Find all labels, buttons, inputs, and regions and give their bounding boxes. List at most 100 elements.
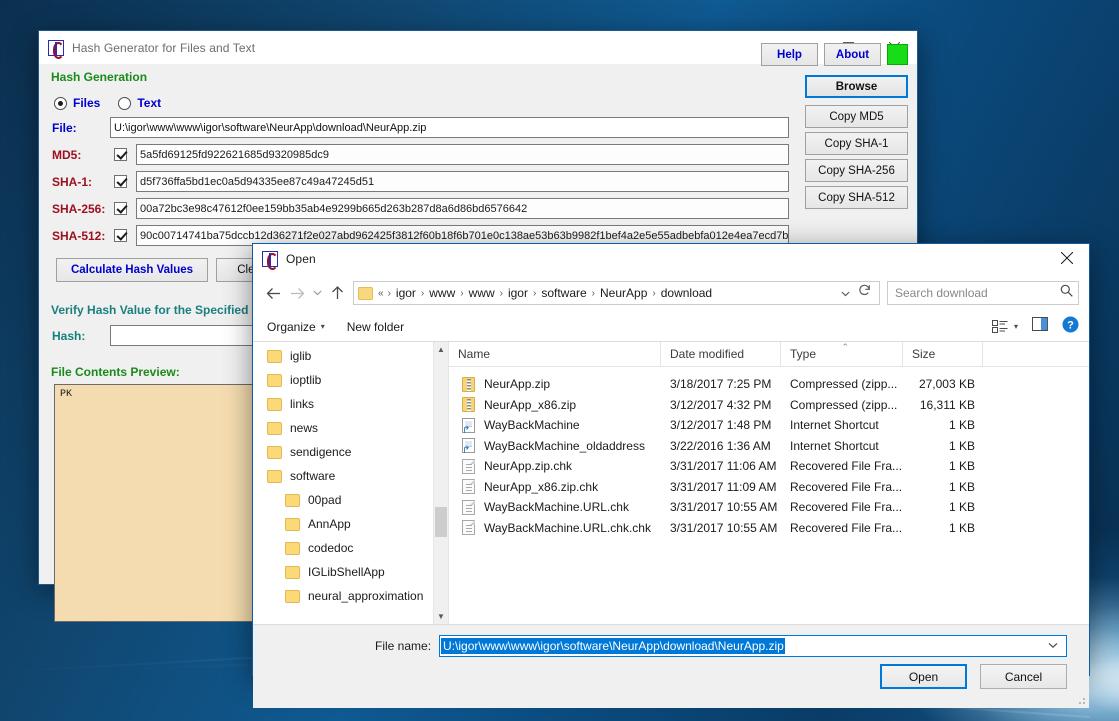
new-folder-button[interactable]: New folder — [347, 320, 404, 334]
breadcrumb-item-igor2[interactable]: igor — [505, 286, 531, 300]
search-icon — [1060, 284, 1073, 302]
file-list-header: Name Date modified ⌃ Type Size — [449, 342, 1089, 367]
column-header-name[interactable]: Name — [449, 342, 661, 366]
arrow-left-icon[interactable] — [261, 281, 285, 305]
file-date-cell: 3/18/2017 7:25 PM — [661, 377, 781, 391]
column-header-size[interactable]: Size — [903, 342, 983, 366]
open-button[interactable]: Open — [880, 664, 967, 689]
file-name-text: WayBackMachine.URL.chk — [484, 500, 629, 514]
help-icon[interactable]: ? — [1062, 316, 1079, 338]
file-size-cell: 27,003 KB — [903, 377, 983, 391]
table-row[interactable]: NeurApp.zip.chk3/31/2017 11:06 AMRecover… — [449, 456, 1089, 477]
chevron-down-icon[interactable] — [1048, 641, 1064, 651]
md5-checkbox[interactable] — [114, 148, 127, 161]
tree-item[interactable]: software — [253, 464, 448, 488]
navigation-pane[interactable]: iglibioptliblinksnewssendigencesoftware0… — [253, 342, 449, 624]
chevron-down-icon[interactable]: ▼ — [434, 609, 448, 624]
sha512-checkbox[interactable] — [114, 229, 127, 242]
breadcrumb-item-www[interactable]: www — [426, 286, 458, 300]
scrollbar-thumb[interactable] — [435, 507, 447, 537]
file-name-text: NeurApp.zip.chk — [484, 459, 572, 473]
table-row[interactable]: WayBackMachine.URL.chk.chk3/31/2017 10:5… — [449, 518, 1089, 539]
help-button[interactable]: Help — [761, 43, 818, 66]
folder-icon — [285, 518, 300, 531]
tree-item[interactable]: codedoc — [253, 536, 448, 560]
file-date-cell: 3/31/2017 11:09 AM — [661, 480, 781, 494]
file-name-cell: NeurApp_x86.zip.chk — [449, 479, 661, 494]
file-size-cell: 1 KB — [903, 521, 983, 535]
search-input[interactable]: Search download — [887, 281, 1079, 305]
tree-item[interactable]: IGLibShellApp — [253, 560, 448, 584]
breadcrumb-chevron: › — [498, 288, 505, 299]
file-name-cell: WayBackMachine.URL.chk.chk — [449, 520, 661, 535]
navigation-scrollbar[interactable]: ▲ ▼ — [433, 342, 448, 624]
column-header-date[interactable]: Date modified — [661, 342, 781, 366]
tree-item[interactable]: links — [253, 392, 448, 416]
sha256-checkbox[interactable] — [114, 202, 127, 215]
breadcrumb-controls — [833, 284, 879, 302]
cancel-button[interactable]: Cancel — [980, 664, 1067, 689]
folder-icon — [267, 398, 282, 411]
tree-item[interactable]: AnnApp — [253, 512, 448, 536]
open-dialog-navbar: « › igor › www › www › igor › software ›… — [253, 274, 1089, 312]
search-placeholder: Search download — [895, 286, 1060, 300]
sha1-value[interactable]: d5f736ffa5bd1ec0a5d94335ee87c49a47245d51 — [136, 171, 789, 192]
close-icon[interactable] — [1045, 243, 1089, 273]
zip-file-icon — [462, 377, 475, 392]
zip-file-icon — [462, 397, 475, 412]
open-dialog-titlebar[interactable]: Open — [253, 244, 1089, 274]
chevron-up-icon[interactable]: ▲ — [434, 342, 448, 357]
resize-grip-icon[interactable] — [1076, 695, 1086, 705]
chevron-down-icon[interactable] — [833, 284, 858, 302]
radio-text[interactable]: Text — [118, 96, 161, 110]
arrow-up-icon[interactable] — [325, 281, 349, 305]
column-header-type[interactable]: ⌃ Type — [781, 342, 903, 366]
dialog-buttons: Open Cancel — [253, 657, 1089, 689]
md5-value[interactable]: 5a5fd69125fd922621685d9320985dc9 — [136, 144, 789, 165]
folder-icon — [267, 446, 282, 459]
arrow-right-icon[interactable] — [285, 281, 309, 305]
table-row[interactable]: WayBackMachine3/12/2017 1:48 PMInternet … — [449, 415, 1089, 436]
breadcrumb-item-neurapp[interactable]: NeurApp — [597, 286, 650, 300]
md5-label: MD5: — [52, 148, 110, 162]
breadcrumb-item-www2[interactable]: www — [466, 286, 498, 300]
sha1-checkbox[interactable] — [114, 175, 127, 188]
preview-pane-icon[interactable] — [1032, 317, 1048, 336]
open-dialog-toolbar: Organize ▾ New folder ▾ ? — [253, 312, 1089, 342]
breadcrumb-item-download[interactable]: download — [658, 286, 715, 300]
about-button[interactable]: About — [824, 43, 881, 66]
sha256-value[interactable]: 00a72bc3e98c47612f0ee159bb35ab4e9299b665… — [136, 198, 789, 219]
table-row[interactable]: NeurApp.zip3/18/2017 7:25 PMCompressed (… — [449, 374, 1089, 395]
file-type-cell: Compressed (zipp... — [781, 377, 903, 391]
breadcrumb-overflow[interactable]: « — [376, 288, 386, 299]
table-row[interactable]: NeurApp_x86.zip3/12/2017 4:32 PMCompress… — [449, 395, 1089, 416]
refresh-icon[interactable] — [858, 284, 879, 302]
view-list-icon[interactable]: ▾ — [992, 320, 1018, 333]
breadcrumb-item-igor[interactable]: igor — [393, 286, 419, 300]
table-row[interactable]: NeurApp_x86.zip.chk3/31/2017 11:09 AMRec… — [449, 477, 1089, 498]
tree-item[interactable]: 00pad — [253, 488, 448, 512]
tree-item[interactable]: news — [253, 416, 448, 440]
open-dialog-title: Open — [286, 252, 316, 266]
breadcrumb-item-software[interactable]: software — [538, 286, 589, 300]
radio-files[interactable]: Files — [54, 96, 100, 110]
folder-icon — [267, 350, 282, 363]
tree-item[interactable]: neural_approximation — [253, 584, 448, 608]
organize-button[interactable]: Organize ▾ — [267, 320, 325, 334]
file-date-cell: 3/31/2017 10:55 AM — [661, 521, 781, 535]
tree-item[interactable]: sendigence — [253, 440, 448, 464]
file-path-input[interactable]: U:\igor\www\www\igor\software\NeurApp\do… — [110, 117, 789, 138]
file-name-input[interactable]: U:\igor\www\www\igor\software\NeurApp\do… — [439, 635, 1067, 657]
table-row[interactable]: WayBackMachine_oldaddress 3/22/2016 1:36 … — [449, 436, 1089, 457]
breadcrumb[interactable]: « › igor › www › www › igor › software ›… — [353, 281, 880, 305]
file-name-text: WayBackMachine_oldaddress — [484, 439, 645, 453]
calculate-hash-values-button[interactable]: Calculate Hash Values — [56, 258, 208, 282]
chevron-down-icon[interactable] — [309, 281, 325, 305]
tree-item[interactable]: iglib — [253, 344, 448, 368]
file-date-cell: 3/22/2016 1:36 AM — [661, 439, 781, 453]
chevron-down-icon: ▾ — [1014, 322, 1018, 331]
tree-item[interactable]: ioptlib — [253, 368, 448, 392]
radio-files-label: Files — [73, 96, 100, 110]
table-row[interactable]: WayBackMachine.URL.chk3/31/2017 10:55 AM… — [449, 497, 1089, 518]
mode-radio-row: Files Text — [52, 92, 789, 114]
